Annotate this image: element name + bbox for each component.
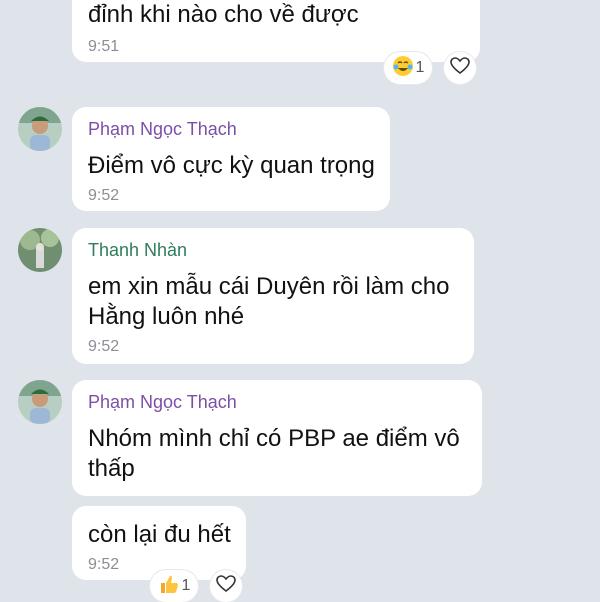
message-text: em xin mẫu cái Duyên rồi làm cho Hằng lu…: [88, 273, 450, 330]
message-bubble[interactable]: Thanh Nhàn em xin mẫu cái Duyên rồi làm …: [72, 228, 474, 364]
message-text: đỉnh khi nào cho về được: [88, 1, 359, 28]
thumbs-up-emoji-icon: [158, 573, 180, 600]
message-text: còn lại đu hết: [88, 521, 231, 548]
react-heart-button[interactable]: [444, 52, 476, 84]
avatar[interactable]: [18, 228, 62, 272]
heart-icon: [216, 574, 236, 598]
message-bubble[interactable]: Phạm Ngọc Thạch Điểm vô cực kỳ quan trọn…: [72, 107, 390, 211]
message-bubble[interactable]: còn lại đu hết 9:52: [72, 506, 246, 580]
message-time: 9:51: [88, 38, 120, 55]
message-text: Nhóm mình chỉ có PBP ae điểm vô thấp: [88, 425, 460, 482]
crying-laugh-emoji-icon: [392, 55, 414, 82]
message-time: 9:52: [88, 338, 120, 355]
message-text: Điểm vô cực kỳ quan trọng: [88, 152, 375, 179]
message-time: 9:52: [88, 556, 120, 573]
avatar[interactable]: [18, 380, 62, 424]
sender-name[interactable]: Phạm Ngọc Thạch: [88, 392, 237, 413]
reaction-count: 1: [415, 59, 425, 76]
reaction-badge[interactable]: 1: [150, 570, 198, 602]
reaction-count: 1: [181, 577, 191, 594]
sender-name[interactable]: Thanh Nhàn: [88, 240, 187, 261]
reaction-badge[interactable]: 1: [384, 52, 432, 84]
react-heart-button[interactable]: [210, 570, 242, 602]
message-bubble[interactable]: Phạm Ngọc Thạch Nhóm mình chỉ có PBP ae …: [72, 380, 482, 496]
message-time: 9:52: [88, 187, 120, 204]
sender-name[interactable]: Phạm Ngọc Thạch: [88, 119, 237, 140]
heart-icon: [450, 56, 470, 80]
avatar[interactable]: [18, 107, 62, 151]
